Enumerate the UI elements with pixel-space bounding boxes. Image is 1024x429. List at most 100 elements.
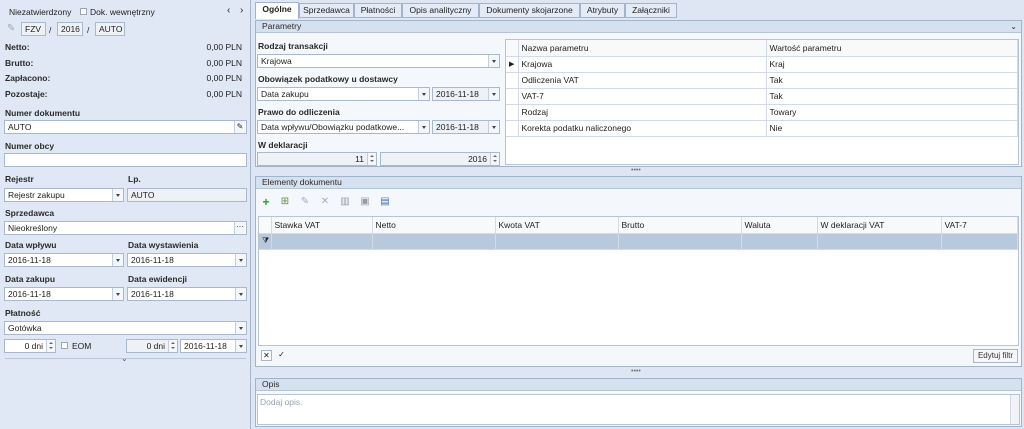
elements-panel: Elementy dokumentu + ⊞ ✎ ✕ ▥ ▣ ▤ Stawka … <box>255 176 1022 367</box>
days2-input[interactable]: 0 dni <box>126 339 178 353</box>
netto-value: 0,00 PLN <box>206 42 242 52</box>
splitter-grip[interactable]: •••• <box>631 167 641 174</box>
col-vat-amount[interactable]: Kwota VAT <box>495 217 619 234</box>
deduction-date: 2016-11-18 <box>432 120 500 134</box>
spinner-icon <box>367 153 376 165</box>
table-row[interactable]: ▶ Krajowa Kraj <box>506 56 1018 73</box>
internal-doc-checkbox[interactable] <box>80 8 87 15</box>
internal-doc-label: Dok. wewnętrzny <box>90 7 155 17</box>
purchase-date-label: Data zakupu <box>5 274 56 284</box>
next-arrow-icon[interactable]: › <box>240 5 243 16</box>
merge-icon[interactable]: ▣ <box>359 196 371 208</box>
issue-date-input[interactable]: 2016-11-18 <box>127 253 247 267</box>
collapse-chevron-icon[interactable]: ⌄ <box>121 354 128 363</box>
chevron-down-icon: ⌄ <box>1010 22 1017 31</box>
col-vat7[interactable]: VAT-7 <box>941 217 1018 234</box>
lp-field: AUTO <box>127 188 247 202</box>
deduction-select[interactable]: Data wpływu/Obowiązku podatkowe... <box>257 120 430 134</box>
tax-duty-label: Obowiązek podatkowy u dostawcy <box>258 74 398 84</box>
seller-select[interactable]: Nieokreślony ··· <box>4 221 247 235</box>
col-in-declaration[interactable]: W deklaracji VAT <box>817 217 942 234</box>
register-label: Rejestr <box>5 174 34 184</box>
foreign-number-input[interactable] <box>4 153 247 167</box>
filter-icon: ⧩ <box>259 233 272 250</box>
checkmark-icon[interactable]: ✓ <box>276 350 287 361</box>
split-icon[interactable]: ▥ <box>339 196 351 208</box>
chevron-down-icon <box>235 254 246 266</box>
doc-number-auto: AUTO <box>95 22 125 36</box>
decl-year: 2016 <box>380 152 500 166</box>
col-param-name[interactable]: Nazwa parametru <box>518 40 767 57</box>
record-date-label: Data ewidencji <box>128 274 188 284</box>
main-area: Ogólne Sprzedawca Płatności Opis anality… <box>253 0 1024 429</box>
col-param-value[interactable]: Wartość parametru <box>766 40 1018 57</box>
table-row[interactable]: VAT-7 Tak <box>506 88 1018 105</box>
decl-month: 11 <box>257 152 377 166</box>
days-input[interactable]: 0 dni <box>4 339 56 353</box>
doc-type-field: FZV <box>21 22 46 36</box>
params-table: Nazwa parametru Wartość parametru ▶ Krajo… <box>505 39 1019 165</box>
prev-arrow-icon[interactable]: ‹ <box>227 5 230 16</box>
doc-number-input[interactable]: AUTO ✎ <box>4 120 247 134</box>
tab-attachments[interactable]: Załączniki <box>625 3 677 18</box>
calculate-icon[interactable]: ▤ <box>379 196 391 208</box>
eom-checkbox[interactable] <box>61 342 68 349</box>
doc-number-label: Numer dokumentu <box>5 108 81 118</box>
purchase-date-input[interactable]: 2016-11-18 <box>4 287 124 301</box>
due-date-input[interactable]: 2016-11-18 <box>180 339 247 353</box>
record-date-input[interactable]: 2016-11-18 <box>127 287 247 301</box>
tax-duty-date: 2016-11-18 <box>432 87 500 101</box>
eom-label: EOM <box>72 341 92 351</box>
params-panel: Parametry ⌄ Rodzaj transakcji Krajowa Obo… <box>255 20 1022 167</box>
splitter-grip[interactable]: •••• <box>631 368 641 375</box>
desc-header: Opis <box>256 379 1021 391</box>
tab-general[interactable]: Ogólne <box>255 2 299 19</box>
table-row[interactable]: Rodzaj Towary <box>506 104 1018 121</box>
col-netto[interactable]: Netto <box>372 217 496 234</box>
receipt-date-label: Data wpływu <box>5 240 57 250</box>
col-vat-rate[interactable]: Stawka VAT <box>271 217 373 234</box>
scrollbar[interactable] <box>1010 395 1019 424</box>
receipt-date-input[interactable]: 2016-11-18 <box>4 253 124 267</box>
chevron-down-icon <box>235 340 246 352</box>
status-label: Niezatwierdzony <box>9 7 72 17</box>
chevron-down-icon <box>112 189 123 201</box>
payment-select[interactable]: Gotówka <box>4 321 247 335</box>
transaction-label: Rodzaj transakcji <box>258 41 328 51</box>
paid-value: 0,00 PLN <box>206 73 242 83</box>
add-icon[interactable]: + <box>260 196 272 208</box>
chevron-down-icon <box>418 121 429 133</box>
tab-analytic[interactable]: Opis analityczny <box>402 3 479 18</box>
spinner-icon <box>490 153 499 165</box>
tax-duty-select[interactable]: Data zakupu <box>257 87 430 101</box>
table-row[interactable]: Odliczenia VAT Tak <box>506 72 1018 89</box>
register-select[interactable]: Rejestr zakupu <box>4 188 124 202</box>
tab-payments[interactable]: Płatności <box>354 3 402 18</box>
row-pointer-icon: ▶ <box>506 56 519 73</box>
edit-icon[interactable]: ✎ <box>299 196 311 208</box>
pencil-icon[interactable]: ✎ <box>7 23 15 34</box>
spinner-icon <box>168 340 177 352</box>
tab-seller[interactable]: Sprzedawca <box>299 3 354 18</box>
tab-linked-docs[interactable]: Dokumenty skojarzone <box>479 3 580 18</box>
transaction-select[interactable]: Krajowa <box>257 54 500 68</box>
lp-label: Lp. <box>128 174 141 184</box>
desc-textarea[interactable]: Dodaj opis. <box>257 394 1020 425</box>
tab-attributes[interactable]: Atrybuty <box>580 3 625 18</box>
more-icon[interactable]: ··· <box>234 222 245 234</box>
table-row[interactable]: Korekta podatku naliczonego Nie <box>506 120 1018 137</box>
add-from-list-icon[interactable]: ⊞ <box>279 196 291 208</box>
left-panel: Niezatwierdzony Dok. wewnętrzny ‹ › ✎ FZ… <box>0 0 251 429</box>
col-currency[interactable]: Waluta <box>741 217 818 234</box>
edit-icon[interactable]: ✎ <box>234 121 245 133</box>
delete-icon[interactable]: ✕ <box>319 196 331 208</box>
filter-row[interactable]: ⧩ <box>259 233 1018 250</box>
clear-filter-icon[interactable]: ✕ <box>261 350 272 361</box>
chevron-down-icon <box>488 88 499 100</box>
col-brutto[interactable]: Brutto <box>618 217 742 234</box>
edit-filter-button[interactable]: Edytuj filtr <box>973 349 1018 363</box>
params-header[interactable]: Parametry ⌄ <box>256 21 1021 33</box>
payment-label: Płatność <box>5 308 41 318</box>
chevron-down-icon <box>235 322 246 334</box>
desc-placeholder: Dodaj opis. <box>260 397 303 407</box>
